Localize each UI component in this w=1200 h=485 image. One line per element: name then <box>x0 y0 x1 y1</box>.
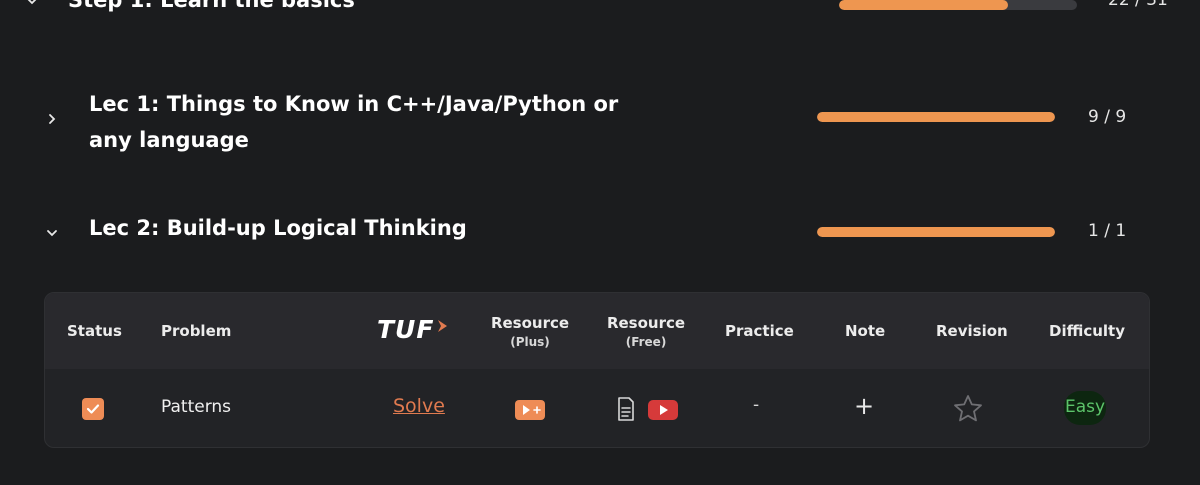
header-resource-plus: Resource (Plus) <box>485 314 575 349</box>
lecture-progress-bar <box>817 112 1055 122</box>
table-header: Status Problem TUF Resource (Plus) Resou… <box>45 293 1149 369</box>
tuf-logo-text: TUF <box>377 315 435 344</box>
header-difficulty: Difficulty <box>1049 322 1125 340</box>
step-progress-fill <box>839 0 1008 10</box>
lecture-count: 1 / 1 <box>1088 221 1127 241</box>
star-outline-icon[interactable] <box>953 394 983 426</box>
add-note-button[interactable]: + <box>854 392 874 420</box>
lecture-title-line: any language <box>89 128 249 152</box>
chevron-right-icon[interactable] <box>46 110 58 129</box>
header-revision: Revision <box>936 322 1008 340</box>
header-resource-free: Resource (Free) <box>601 314 691 349</box>
play-plus-icon[interactable] <box>515 400 545 424</box>
header-resource-plus-label: Resource <box>490 314 570 332</box>
step-header[interactable]: Step 1: Learn the basics 22 / 31 <box>0 0 1200 20</box>
solve-link[interactable]: Solve <box>393 395 445 417</box>
lecture-progress-fill <box>817 112 1055 122</box>
chevron-down-icon[interactable] <box>46 224 58 243</box>
header-resource-free-label: Resource <box>606 314 686 332</box>
lecture-title: Lec 2: Build-up Logical Thinking <box>89 216 467 240</box>
tuf-arrow-icon <box>438 319 448 332</box>
header-resource-free-sub: (Free) <box>625 335 667 349</box>
header-note: Note <box>845 322 886 340</box>
lecture-count: 9 / 9 <box>1088 107 1127 127</box>
youtube-icon[interactable] <box>648 400 678 424</box>
lecture-row-2[interactable]: Lec 2: Build-up Logical Thinking 1 / 1 <box>0 210 1200 254</box>
practice-value: - <box>753 395 760 415</box>
lecture-title-line: Lec 1: Things to Know in C++/Java/Python… <box>89 92 619 116</box>
problems-table: Status Problem TUF Resource (Plus) Resou… <box>44 292 1150 448</box>
header-resource-plus-sub: (Plus) <box>510 335 550 349</box>
chevron-down-icon[interactable] <box>26 0 38 11</box>
tuf-logo: TUF <box>377 315 451 344</box>
article-icon[interactable] <box>617 397 635 425</box>
lecture-progress-bar <box>817 227 1055 237</box>
lecture-row-1[interactable]: Lec 1: Things to Know in C++/Java/Python… <box>0 80 1200 170</box>
table-row: Patterns Solve - + Easy <box>45 369 1149 447</box>
header-status: Status <box>67 322 122 340</box>
problem-name: Patterns <box>161 397 232 417</box>
step-title: Step 1: Learn the basics <box>68 0 355 12</box>
lecture-progress-fill <box>817 227 1055 237</box>
step-count: 22 / 31 <box>1108 0 1168 10</box>
header-practice: Practice <box>725 322 794 340</box>
header-problem: Problem <box>161 322 232 340</box>
step-progress-bar <box>839 0 1077 10</box>
lecture-title: Lec 1: Things to Know in C++/Java/Python… <box>89 86 618 158</box>
difficulty-label: Easy <box>1065 397 1106 417</box>
status-checkbox[interactable] <box>82 398 104 420</box>
checkmark-icon <box>86 404 100 414</box>
